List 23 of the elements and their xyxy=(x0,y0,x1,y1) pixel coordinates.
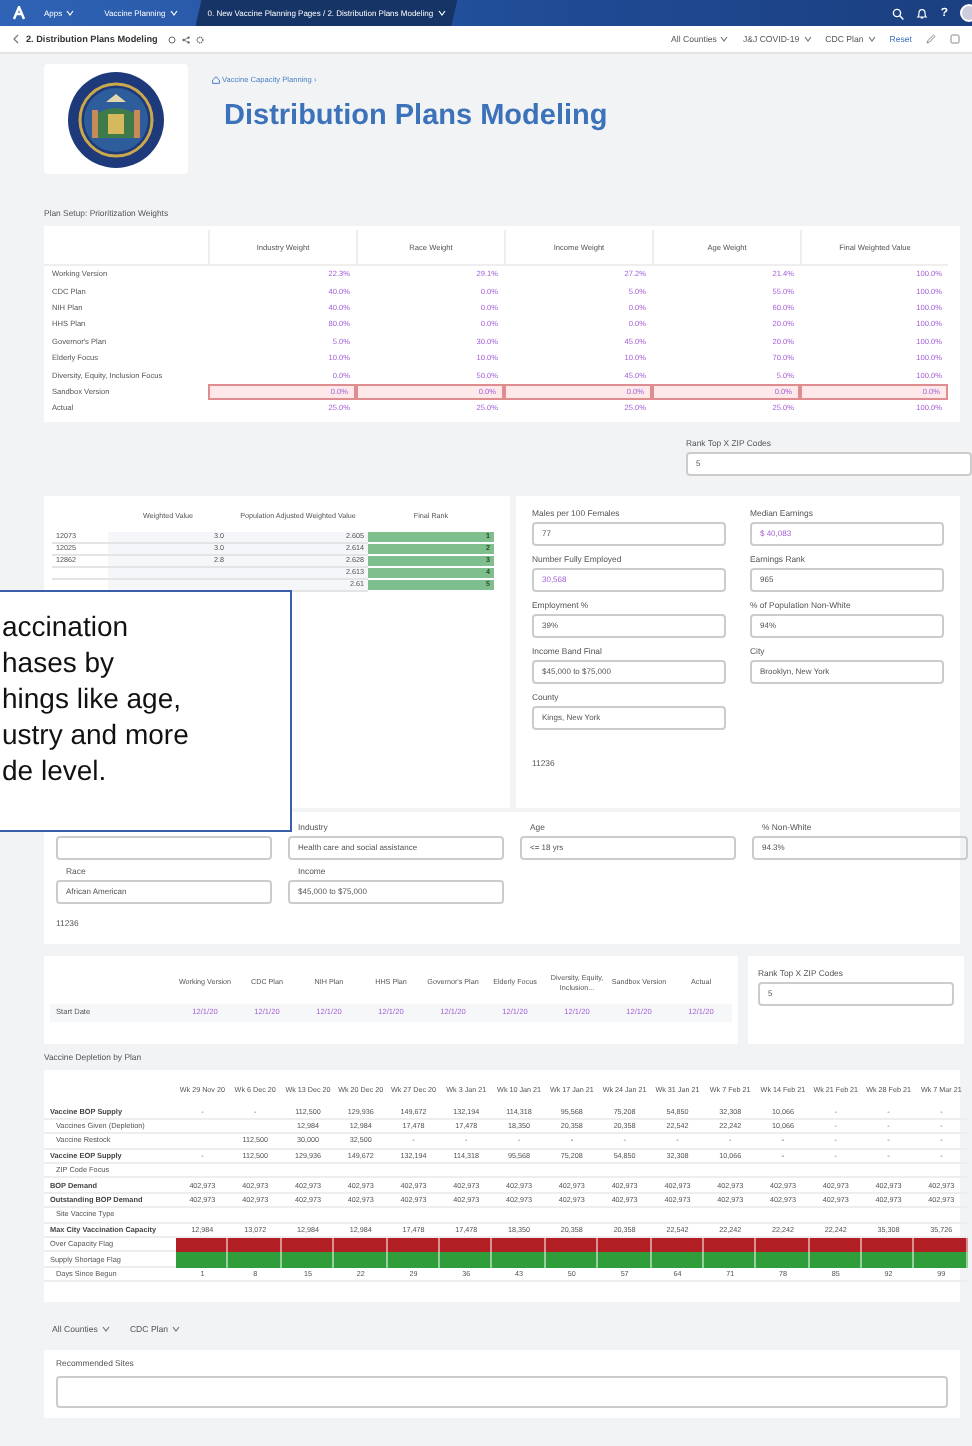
edit-icon[interactable] xyxy=(926,34,936,44)
caret-icon xyxy=(720,36,729,42)
bell-icon[interactable] xyxy=(916,7,929,19)
caret-icon xyxy=(867,36,876,42)
caret-icon xyxy=(437,10,446,16)
panel-icon[interactable] xyxy=(950,34,960,44)
settings-icon[interactable] xyxy=(195,35,204,43)
caret-icon xyxy=(101,1325,110,1332)
input-field[interactable] xyxy=(56,1376,948,1409)
caption-text: accination hases by hings like age, ustry and more de level. xyxy=(0,590,292,832)
input-field[interactable] xyxy=(56,835,272,860)
share-icon[interactable] xyxy=(181,35,190,43)
caret-icon xyxy=(169,10,178,16)
back-chevron-icon[interactable] xyxy=(12,34,20,44)
search-icon[interactable] xyxy=(892,7,905,19)
caret-icon xyxy=(66,10,75,16)
caret-icon xyxy=(803,36,812,42)
refresh-icon[interactable] xyxy=(167,35,176,43)
home-icon xyxy=(212,76,220,84)
caret-icon xyxy=(172,1325,181,1332)
app-logo-icon xyxy=(12,6,26,20)
page-heading: Distribution Plans Modeling xyxy=(224,100,608,132)
seal-emblem-icon xyxy=(66,69,166,169)
